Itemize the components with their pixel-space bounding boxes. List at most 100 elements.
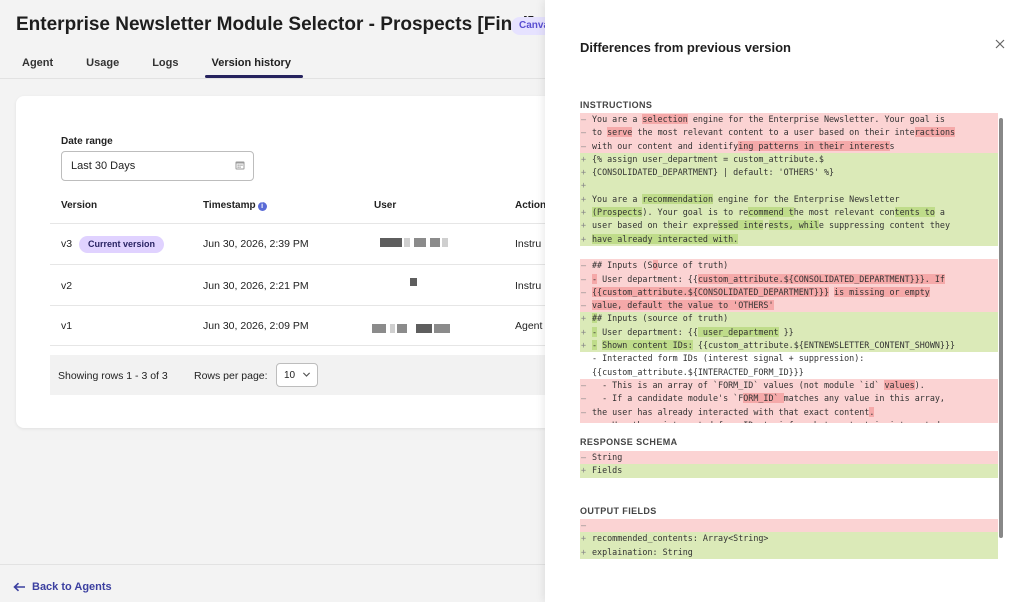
diff-marker: + (581, 326, 587, 337)
tabs-divider (0, 78, 545, 79)
close-icon[interactable] (995, 39, 1005, 49)
diff-text: the user has already interacted with tha… (592, 406, 875, 417)
row-action: Agent (515, 320, 543, 332)
rows-info: Showing rows 1 - 3 of 3 (58, 370, 168, 382)
diff-panel: Differences from previous version INSTRU… (545, 0, 1024, 602)
diff-marker: + (581, 153, 587, 164)
diff-line: {{custom_attribute.${INTERACTED_FORM_ID}… (580, 366, 998, 379)
diff-line-added: + {% assign user_department = custom_attr… (580, 152, 998, 167)
diff-line-removed: — String (580, 451, 998, 465)
tab-logs[interactable]: Logs (146, 56, 184, 78)
diff-marker: — (581, 379, 587, 390)
section-title-instructions: INSTRUCTIONS (580, 100, 653, 110)
footer-divider (0, 564, 545, 565)
tab-agent[interactable]: Agent (16, 56, 59, 78)
page-title: Enterprise Newsletter Module Selector - … (16, 14, 535, 35)
table-divider (50, 345, 545, 346)
back-link-label: Back to Agents (32, 581, 112, 593)
back-to-agents-link[interactable]: Back to Agents (13, 581, 112, 593)
diff-line-removed: — with our content and identifying patter… (580, 139, 998, 153)
diff-line-added: + have already interacted with. (580, 232, 998, 246)
row-timestamp: Jun 30, 2026, 2:09 PM (203, 320, 309, 332)
diff-marker: — (581, 286, 587, 297)
scrollbar-thumb[interactable] (999, 118, 1003, 538)
column-header-user: User (374, 200, 397, 211)
diff-marker: — (581, 273, 587, 284)
row-action: Instru (515, 238, 542, 250)
column-header-version: Version (61, 200, 98, 211)
diff-line-removed: — (580, 519, 998, 533)
diff-text: - This is an array of `FORM_ID` values (… (592, 379, 925, 390)
diff-text: recommended_contents: Array<String> (592, 533, 769, 544)
diff-text: to serve the most relevant content to a … (592, 127, 956, 138)
diff-text: value, default the value to 'OTHERS' (592, 300, 774, 311)
section-title-response-schema: RESPONSE SCHEMA (580, 437, 678, 447)
instructions-diff: — You are a selection engine for the Ente… (580, 113, 998, 423)
arrow-left-icon (13, 582, 25, 592)
diff-line-removed: — - If a candidate module's `FORM_ID` ma… (580, 392, 998, 406)
diff-line-added: + You are a recommendation engine for the… (580, 192, 998, 207)
diff-line-added: + - User department: {{ user_department }… (580, 325, 998, 340)
diff-line-removed: — ## Inputs (Source of truth) (580, 259, 998, 273)
diff-marker: — (581, 140, 587, 151)
diff-text: You are a recommendation engine for the … (592, 193, 900, 204)
diff-text: - Use these interacted form IDs to infer… (592, 420, 940, 423)
date-range-label: Date range (61, 136, 113, 147)
diff-text: {CONSOLIDATED_DEPARTMENT} | default: 'OT… (592, 167, 835, 178)
rows-per-page-select[interactable]: 10 (276, 363, 318, 387)
diff-line-added: + Fields (580, 464, 998, 478)
tab-usage[interactable]: Usage (80, 56, 125, 78)
diff-line: - Interacted form IDs (interest signal +… (580, 352, 998, 365)
diff-marker: — (581, 419, 586, 423)
output-fields-diff: — + recommended_contents: Array<String> + ex… (580, 519, 998, 567)
diff-marker: + (581, 233, 587, 244)
diff-text: {{custom_attribute.${CONSOLIDATED_DEPART… (592, 286, 930, 297)
diff-text: ## Inputs (source of truth) (592, 313, 729, 324)
calendar-icon[interactable] (235, 160, 245, 170)
diff-line-added: + - Shown content IDs: {{custom_attribute… (580, 339, 998, 353)
diff-marker: + (581, 533, 587, 544)
diff-text: user based on their expressed interests,… (592, 220, 951, 231)
diff-text: with our content and identifying pattern… (592, 140, 895, 151)
current-version-badge: Current version (79, 236, 165, 253)
diff-text: - User department: {{custom_attribute.${… (592, 273, 945, 284)
diff-marker: + (581, 167, 587, 178)
diff-marker: — (581, 520, 587, 530)
row-timestamp: Jun 30, 2026, 2:39 PM (203, 238, 309, 250)
diff-text: - User department: {{ user_department }} (592, 326, 794, 337)
diff-line-removed: — value, default the value to 'OTHERS' (580, 299, 998, 313)
diff-text: Fields (592, 465, 623, 476)
diff-line-removed: — to serve the most relevant content to a… (580, 126, 998, 140)
date-range-select[interactable]: Last 30 Days (61, 151, 254, 181)
diff-line-removed: — You are a selection engine for the Ente… (580, 113, 998, 127)
diff-marker: + (581, 465, 587, 476)
diff-line-removed: — the user has already interacted with th… (580, 405, 998, 419)
diff-text: - Shown content IDs: {{custom_attribute.… (592, 340, 956, 351)
row-version: v2 (61, 280, 73, 292)
diff-line-removed: — {{custom_attribute.${CONSOLIDATED_DEPAR… (580, 285, 998, 300)
diff-line-added: + {CONSOLIDATED_DEPARTMENT} | default: 'O… (580, 166, 998, 180)
timestamp-header-label: Timestamp (203, 200, 256, 211)
diff-text: ## Inputs (Source of truth) (592, 260, 729, 271)
column-header-timestamp: Timestamp i (203, 200, 267, 211)
rows-per-page-label: Rows per page: (194, 370, 268, 382)
row-action: Instru (515, 280, 542, 292)
info-icon[interactable]: i (257, 202, 267, 211)
diff-text: explaination: String (592, 546, 693, 557)
diff-line-added: + explaination: String (580, 545, 998, 559)
column-header-action: Action (515, 200, 547, 211)
table-divider (50, 223, 545, 224)
diff-line-added: + recommended_contents: Array<String> (580, 532, 998, 546)
diff-line-added: + (580, 179, 998, 193)
diff-marker: — (581, 127, 587, 138)
diff-text: {{custom_attribute.${INTERACTED_FORM_ID}… (592, 366, 804, 377)
tab-version-history[interactable]: Version history (205, 56, 304, 78)
diff-line-removed: — - Use these interacted form IDs to inf… (580, 418, 998, 423)
diff-marker: — (581, 300, 587, 311)
diff-text: - Interacted form IDs (interest signal +… (592, 353, 865, 364)
diff-line (580, 246, 998, 259)
tab-bar: Agent Usage Logs Version history (16, 56, 318, 78)
diff-line-added: + user based on their expressed interests… (580, 219, 998, 233)
section-title-output-fields: OUTPUT FIELDS (580, 506, 657, 516)
panel-title: Differences from previous version (580, 40, 791, 55)
